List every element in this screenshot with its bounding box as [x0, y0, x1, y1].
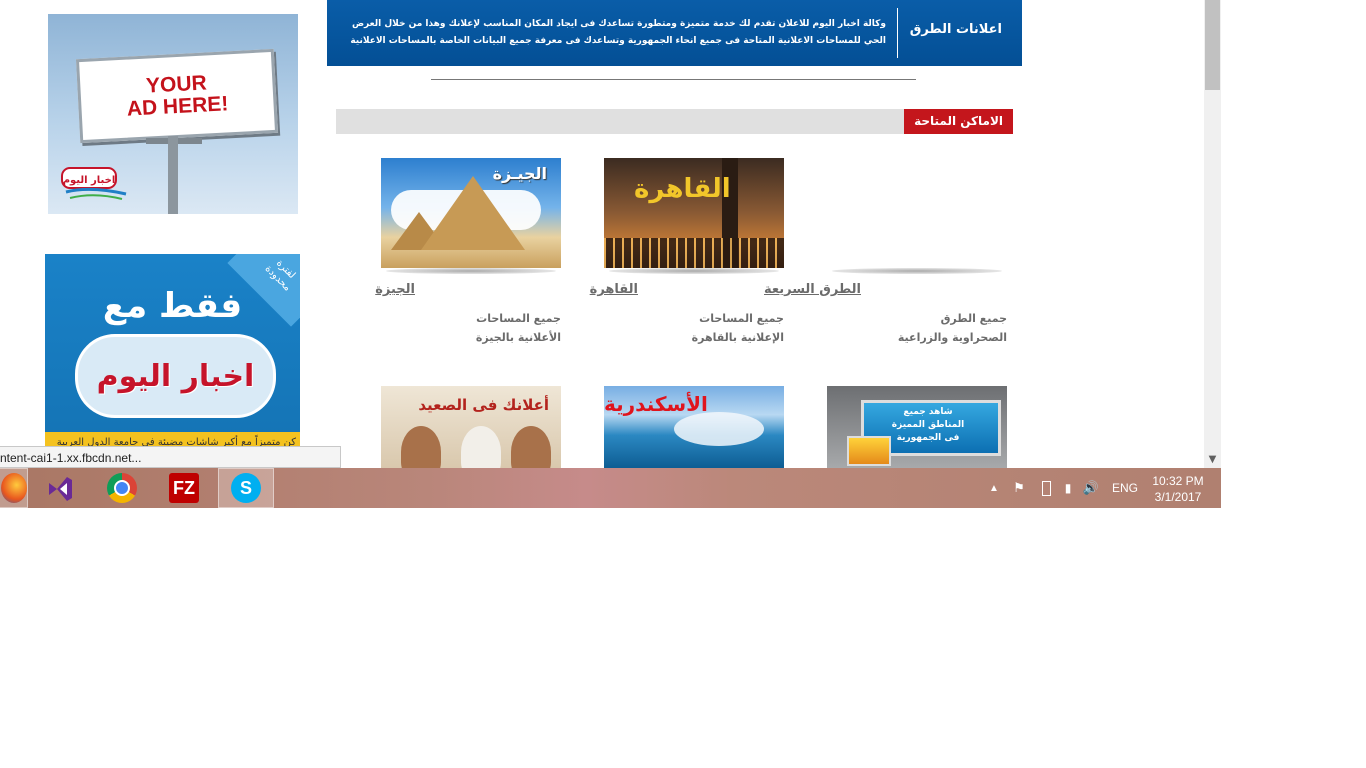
cairo-description: جميع المساحات الإعلانية بالقاهرة — [604, 309, 784, 347]
logo-text: اخبار اليوم — [63, 175, 116, 186]
highways-description: جميع الطرق الصحراوية والزراعية — [827, 309, 1007, 347]
highways-shadow — [832, 268, 1002, 274]
clock-date: 3/1/2017 — [1154, 490, 1202, 504]
pyramid — [421, 176, 525, 250]
taskbar-chrome[interactable] — [94, 468, 150, 508]
header-description: وكالة اخبار اليوم للاعلان تقدم لك خدمة م… — [350, 19, 886, 46]
taskbar-skype[interactable]: S — [218, 468, 274, 508]
highways-link[interactable]: الطرق السريعة — [764, 282, 861, 297]
horizontal-rule — [431, 79, 916, 80]
giza-link[interactable]: الجيزة — [375, 282, 415, 297]
show-hidden-icons-icon[interactable]: ▲ — [986, 468, 1002, 508]
language-indicator[interactable]: ENG — [1108, 468, 1142, 508]
cairo-image[interactable]: القاهرة — [604, 158, 784, 268]
giza-description: جميع المساحات الأعلانية بالجيزة — [381, 309, 561, 347]
billboard-text: YOUR AD HERE! — [126, 71, 229, 121]
ad-banner-your-ad-here[interactable]: YOUR AD HERE! اخبار اليوم — [48, 14, 298, 214]
promo-only-text: فقط مع — [102, 286, 243, 326]
promo-brand-text: اخبار اليوم — [96, 358, 255, 394]
giza-image-caption: الجيـزة — [492, 164, 547, 183]
person — [401, 426, 441, 468]
section-label: الاماكن المتاحة — [904, 109, 1013, 134]
taskbar-firefox[interactable] — [0, 468, 28, 508]
taskbar-visual-studio[interactable] — [32, 468, 88, 508]
upper-egypt-image[interactable]: أعلانك فى الصعيد — [381, 386, 561, 468]
cairo-desc-line2: الإعلانية بالقاهرة — [691, 331, 784, 344]
filezilla-icon: FZ — [169, 473, 199, 503]
header-divider — [897, 8, 898, 58]
header-title: اعلانات الطرق — [909, 22, 1002, 37]
city-lights — [604, 238, 784, 268]
clock-time: 10:32 PM — [1152, 474, 1204, 488]
person — [511, 426, 551, 468]
highways-image[interactable] — [827, 158, 1007, 268]
action-center-flag-icon[interactable]: ⚑ — [1010, 468, 1028, 508]
ad-banner-promo[interactable]: لفترة محدودة فقط مع اخبار اليوم كن متميز… — [45, 254, 300, 454]
giza-desc-line1: جميع المساحات — [476, 312, 561, 325]
visual-studio-icon — [49, 477, 72, 501]
person — [461, 426, 501, 468]
page-scrollbar[interactable]: ▼ — [1204, 0, 1221, 468]
billboard: YOUR AD HERE! — [75, 48, 279, 144]
cairo-image-caption: القاهرة — [634, 174, 731, 204]
available-places-bar: الاماكن المتاحة — [336, 109, 1013, 134]
roads-ads-header: اعلانات الطرق وكالة اخبار اليوم للاعلان … — [327, 0, 1022, 66]
giza-image[interactable]: الجيـزة — [381, 158, 561, 268]
cairo-shadow — [609, 268, 779, 274]
small-billboard — [847, 436, 891, 466]
status-url: ntent-cai1-1.xx.fbcdn.net... — [0, 446, 341, 468]
skype-icon: S — [231, 473, 261, 503]
highways-desc-line1: جميع الطرق — [940, 312, 1007, 325]
chrome-icon — [107, 473, 137, 503]
giza-desc-line2: الأعلانية بالجيزة — [475, 331, 561, 344]
giza-shadow — [386, 268, 556, 274]
signal-icon[interactable]: ▮ — [1058, 468, 1078, 508]
upper-egypt-caption: أعلانك فى الصعيد — [418, 396, 549, 414]
akhbar-elyom-logo-icon: اخبار اليوم — [61, 167, 127, 200]
alexandria-caption: الأسكندرية — [604, 392, 708, 416]
wave — [674, 412, 764, 446]
taskbar-filezilla[interactable]: FZ — [156, 468, 212, 508]
clock[interactable]: 10:32 PM 3/1/2017 — [1150, 473, 1206, 505]
cairo-desc-line1: جميع المساحات — [699, 312, 784, 325]
scrollbar-thumb[interactable] — [1205, 0, 1220, 90]
alexandria-image[interactable]: الأسكندرية — [604, 386, 784, 468]
highways-desc-line2: الصحراوية والزراعية — [897, 331, 1007, 344]
firefox-icon — [1, 473, 27, 503]
promo-brand-badge: اخبار اليوم — [75, 334, 276, 418]
scroll-down-arrow-icon[interactable]: ▼ — [1204, 451, 1221, 468]
featured-areas-image[interactable]: شاهد جميع المناطق المميزة فى الجمهورية — [827, 386, 1007, 468]
volume-icon[interactable]: 🔊 — [1082, 468, 1100, 508]
battery-icon[interactable] — [1038, 468, 1054, 508]
browser-viewport: YOUR AD HERE! اخبار اليوم لفترة محدودة ف… — [0, 0, 1221, 508]
windows-taskbar: FZ S ▲ ⚑ ▮ 🔊 ENG 10:32 PM 3/1/2017 — [0, 468, 1221, 508]
cairo-link[interactable]: القاهرة — [590, 282, 638, 297]
billboard-pole — [168, 136, 178, 214]
